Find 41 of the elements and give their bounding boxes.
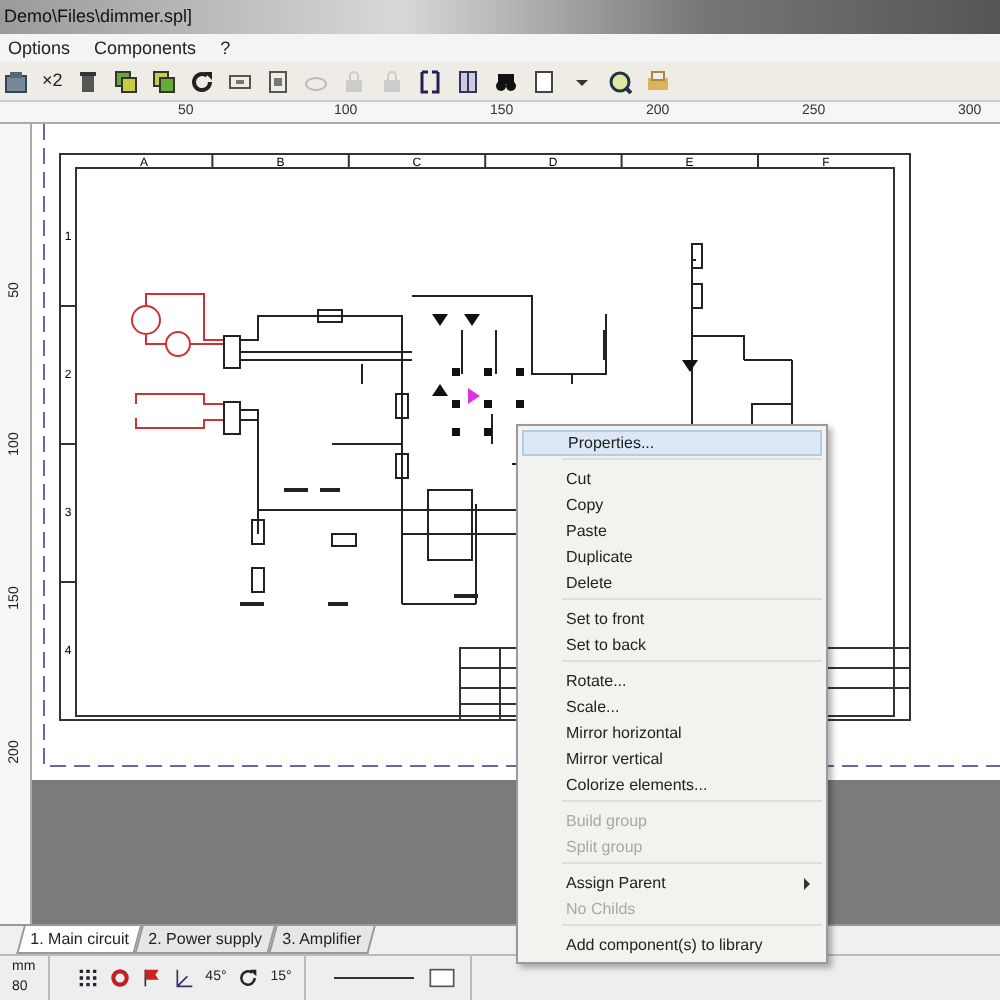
- menu-item[interactable]: Colorize elements...: [522, 772, 822, 798]
- menu-item[interactable]: Set to front: [522, 606, 822, 632]
- menu-item[interactable]: Mirror horizontal: [522, 720, 822, 746]
- menu-item[interactable]: Copy: [522, 492, 822, 518]
- square-icon[interactable]: [425, 968, 458, 988]
- binoculars-icon[interactable]: [494, 69, 519, 93]
- bracket-icon[interactable]: [418, 69, 443, 93]
- rotate-icon[interactable]: [238, 968, 259, 988]
- ring-icon[interactable]: [109, 968, 130, 988]
- book-icon[interactable]: [456, 69, 481, 93]
- menu-item[interactable]: Mirror vertical: [522, 746, 822, 772]
- menu-item[interactable]: Cut: [522, 466, 822, 492]
- image-icon[interactable]: [4, 69, 28, 93]
- multiply-button[interactable]: ×2: [42, 67, 63, 95]
- menu-item[interactable]: Duplicate: [522, 544, 822, 570]
- menu-item[interactable]: Add component(s) to library: [522, 932, 822, 958]
- frame-icon[interactable]: [228, 69, 253, 93]
- frame-icon[interactable]: [266, 69, 291, 93]
- menu-item[interactable]: ?: [220, 34, 231, 62]
- menu-item[interactable]: Properties...: [522, 430, 822, 456]
- angle-icon[interactable]: [173, 968, 194, 988]
- sheet-tab[interactable]: 1. Main circuit: [16, 926, 143, 954]
- sheet-tab[interactable]: 2. Power supply: [134, 926, 277, 954]
- refresh-icon[interactable]: [190, 69, 215, 93]
- menu-item[interactable]: Set to back: [522, 632, 822, 658]
- layers-icon[interactable]: [114, 69, 139, 93]
- trash-icon[interactable]: [76, 69, 101, 93]
- menu-item[interactable]: Options: [8, 34, 71, 62]
- flag-icon[interactable]: [141, 968, 162, 988]
- grid-icon[interactable]: [77, 968, 98, 988]
- page-icon[interactable]: [532, 69, 557, 93]
- menu-item[interactable]: Scale...: [522, 694, 822, 720]
- window-title: Demo\Files\dimmer.spl]: [0, 0, 1000, 34]
- sheet-tab[interactable]: 3. Amplifier: [268, 926, 376, 954]
- menu-item[interactable]: Assign Parent: [522, 870, 822, 896]
- layers-icon[interactable]: [152, 69, 177, 93]
- menu-item[interactable]: Components: [94, 34, 197, 62]
- zoom-icon[interactable]: [608, 69, 633, 93]
- menu-item[interactable]: Paste: [522, 518, 822, 544]
- menu-item[interactable]: Rotate...: [522, 668, 822, 694]
- menu-item[interactable]: Delete: [522, 570, 822, 596]
